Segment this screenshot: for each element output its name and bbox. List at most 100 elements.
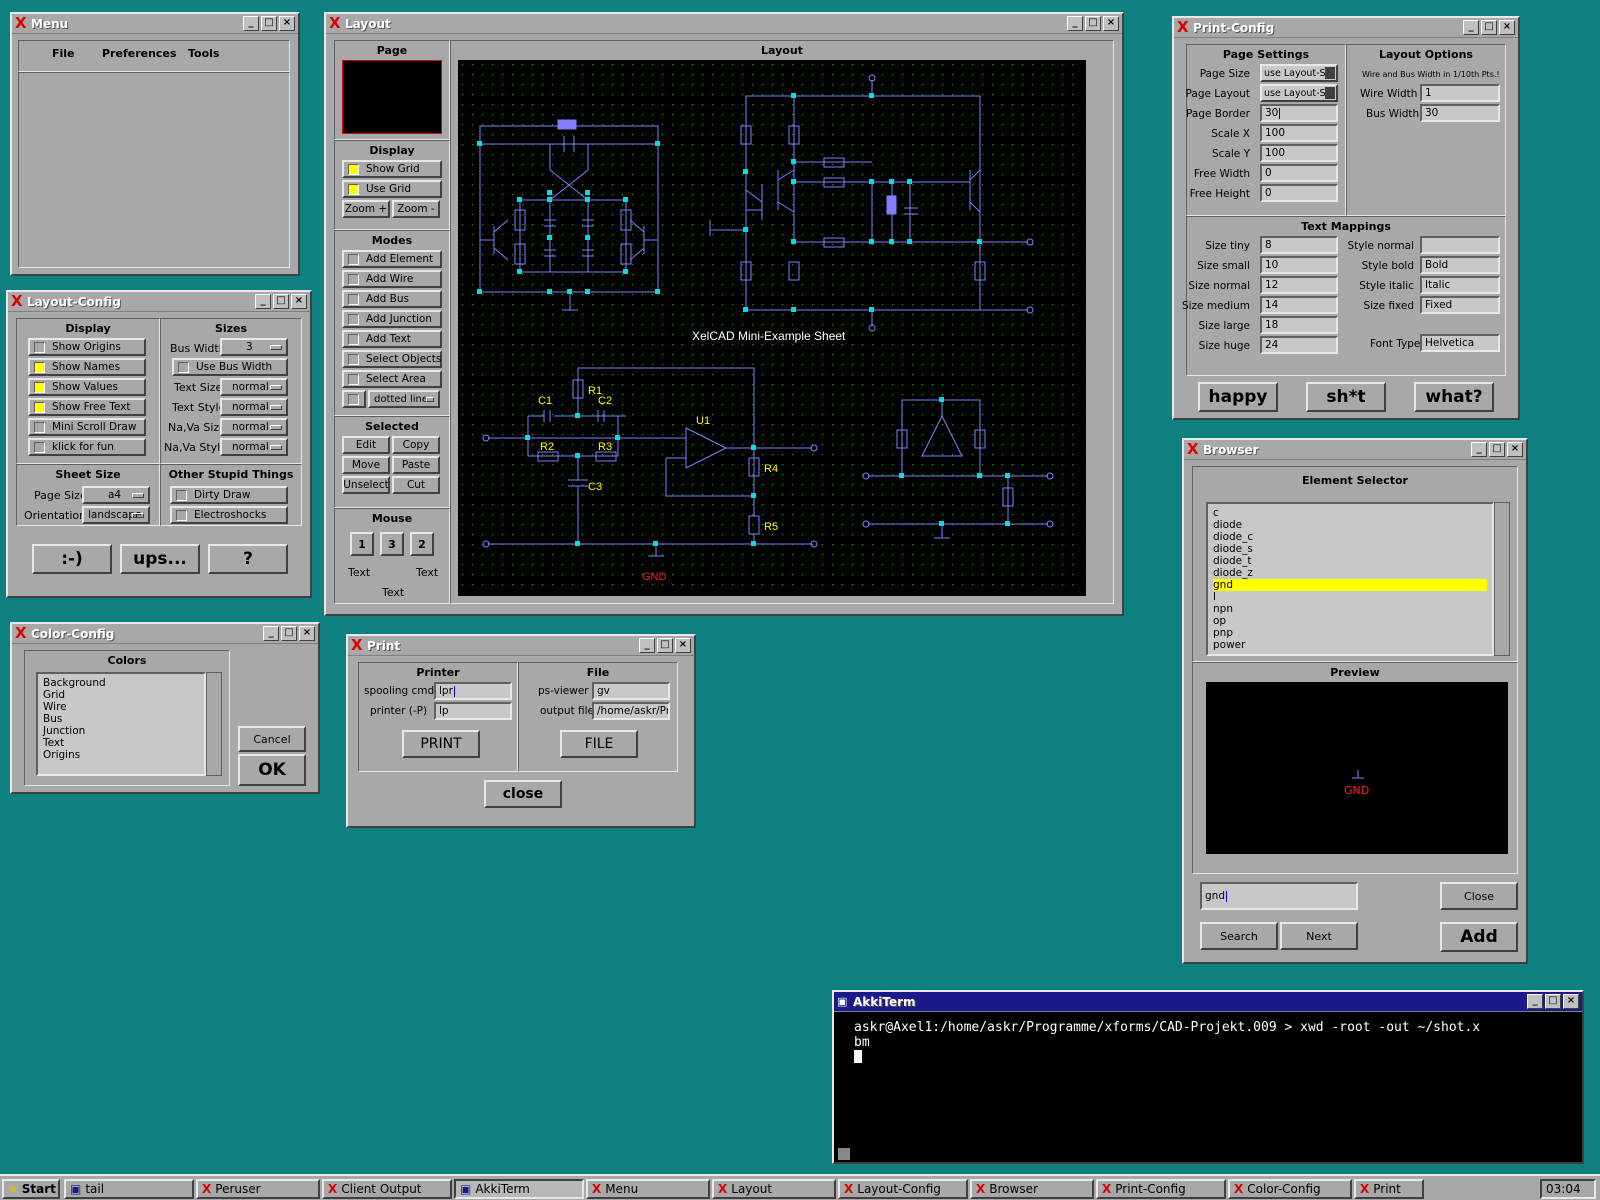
- nava-style-select[interactable]: normal: [220, 438, 288, 456]
- x-logo-icon[interactable]: X: [11, 294, 27, 309]
- x-logo-icon[interactable]: X: [15, 16, 31, 31]
- print-button[interactable]: PRINT: [402, 730, 480, 758]
- minimize-icon[interactable]: _: [1471, 442, 1487, 457]
- shit-button[interactable]: sh*t: [1306, 382, 1386, 412]
- style-mapping-input[interactable]: Fixed: [1420, 296, 1500, 314]
- free-width-input[interactable]: 0: [1260, 164, 1338, 182]
- taskbar-item-layout[interactable]: X Layout: [712, 1179, 836, 1199]
- list-item[interactable]: Text: [43, 737, 199, 749]
- list-item[interactable]: c: [1213, 507, 1487, 519]
- terminal-titlebar[interactable]: ▣ AkkiTerm _ □ ×: [834, 992, 1582, 1012]
- text-style-select[interactable]: normal: [220, 398, 288, 416]
- print-config-titlebar[interactable]: X Print-Config _ □ ×: [1174, 18, 1518, 38]
- close-icon[interactable]: ×: [291, 294, 307, 309]
- mode-checkbox-6[interactable]: Select Area: [342, 370, 442, 388]
- edit-button[interactable]: Edit: [342, 436, 390, 454]
- taskbar-item-color-config[interactable]: X Color-Config: [1228, 1179, 1352, 1199]
- ups-button[interactable]: ups...: [120, 544, 200, 574]
- size-mapping-input[interactable]: 18: [1260, 316, 1338, 334]
- search-button[interactable]: Search: [1200, 922, 1278, 950]
- cut-button[interactable]: Cut: [392, 476, 440, 494]
- outfile-input[interactable]: /home/askr/Prc: [592, 702, 670, 720]
- x-logo-icon[interactable]: X: [1187, 442, 1203, 457]
- ok-button[interactable]: OK: [238, 754, 306, 786]
- size-mapping-input[interactable]: 24: [1260, 336, 1338, 354]
- close-icon[interactable]: ×: [279, 16, 295, 31]
- mode-checkbox-2[interactable]: Add Bus: [342, 290, 442, 308]
- colors-list[interactable]: Background Grid Wire Bus Junction Text Origins: [36, 672, 206, 776]
- print-titlebar[interactable]: X Print _ □ ×: [348, 636, 694, 656]
- taskbar-item-client-output[interactable]: X Client Output: [322, 1179, 452, 1199]
- bus-width-select[interactable]: 3: [220, 338, 288, 356]
- list-item[interactable]: Grid: [43, 689, 199, 701]
- close-icon[interactable]: ×: [1563, 994, 1579, 1009]
- psviewer-input[interactable]: gv: [592, 682, 670, 700]
- size-mapping-input[interactable]: 10: [1260, 256, 1338, 274]
- use-bus-width-checkbox[interactable]: Use Bus Width: [172, 358, 288, 376]
- list-item[interactable]: diode: [1213, 519, 1487, 531]
- list-item[interactable]: power: [1213, 639, 1487, 651]
- size-mapping-input[interactable]: 12: [1260, 276, 1338, 294]
- next-button[interactable]: Next: [1280, 922, 1358, 950]
- taskbar-item-akkiterm[interactable]: ▣ AkkiTerm: [454, 1179, 584, 1199]
- terminal-output[interactable]: askr@Axel1:/home/askr/Programme/xforms/C…: [854, 1020, 1578, 1063]
- electroshocks-checkbox[interactable]: Electroshocks: [170, 506, 288, 524]
- cancel-button[interactable]: Cancel: [238, 726, 306, 752]
- bus-width-input[interactable]: 30: [1420, 104, 1500, 122]
- x-logo-icon[interactable]: X: [15, 626, 31, 641]
- color-config-titlebar[interactable]: X Color-Config _ □ ×: [12, 624, 318, 644]
- search-input[interactable]: gnd: [1200, 882, 1358, 910]
- maximize-icon[interactable]: □: [281, 626, 297, 641]
- minimize-icon[interactable]: _: [243, 16, 259, 31]
- close-icon[interactable]: ×: [1499, 20, 1515, 35]
- maximize-icon[interactable]: □: [1085, 16, 1101, 31]
- mode-checkbox-3[interactable]: Add Junction: [342, 310, 442, 328]
- spool-input[interactable]: lpr: [434, 682, 512, 700]
- nava-size-select[interactable]: normal: [220, 418, 288, 436]
- menu-file[interactable]: File: [52, 47, 75, 60]
- question-button[interactable]: ?: [208, 544, 288, 574]
- zoom-minus-button[interactable]: Zoom -: [392, 200, 440, 218]
- minimize-icon[interactable]: _: [1527, 994, 1543, 1009]
- start-button[interactable]: ★ Start: [2, 1179, 60, 1199]
- browser-titlebar[interactable]: X Browser _ □ ×: [1184, 440, 1526, 460]
- copy-button[interactable]: Copy: [392, 436, 440, 454]
- scale-x-input[interactable]: 100: [1260, 124, 1338, 142]
- list-item[interactable]: Wire: [43, 701, 199, 713]
- printer-input[interactable]: lp: [434, 702, 512, 720]
- what-button[interactable]: what?: [1414, 382, 1494, 412]
- scale-y-input[interactable]: 100: [1260, 144, 1338, 162]
- list-item[interactable]: diode_s: [1213, 543, 1487, 555]
- list-item[interactable]: diode_t: [1213, 555, 1487, 567]
- mouse-button-3[interactable]: 3: [380, 532, 404, 556]
- mode-checkbox-1[interactable]: Add Wire: [342, 270, 442, 288]
- dirty-draw-checkbox[interactable]: Dirty Draw: [170, 486, 288, 504]
- mode-checkbox-0[interactable]: Add Element: [342, 250, 442, 268]
- unselect-button[interactable]: Unselect: [342, 476, 390, 494]
- element-list[interactable]: c diode diode_c diode_s diode_t diode_z gnd l np…: [1206, 502, 1494, 656]
- page-size-select[interactable]: use Layout-Se: [1260, 64, 1338, 82]
- element-scrollbar[interactable]: [1494, 502, 1510, 656]
- browser-close-button[interactable]: Close: [1440, 882, 1518, 910]
- close-icon[interactable]: ×: [1507, 442, 1523, 457]
- text-size-select[interactable]: normal: [220, 378, 288, 396]
- taskbar-item-menu[interactable]: X Menu: [586, 1179, 710, 1199]
- style-mapping-input[interactable]: [1420, 236, 1500, 254]
- list-item[interactable]: diode_z: [1213, 567, 1487, 579]
- list-item[interactable]: npn: [1213, 603, 1487, 615]
- list-item[interactable]: Background: [43, 677, 199, 689]
- page-border-input[interactable]: 30: [1260, 104, 1338, 122]
- mouse-button-2[interactable]: 2: [410, 532, 434, 556]
- display-checkbox-1[interactable]: Show Names: [28, 358, 146, 376]
- taskbar-item-peruser[interactable]: X Peruser: [196, 1179, 320, 1199]
- list-item[interactable]: Bus: [43, 713, 199, 725]
- schematic-canvas[interactable]: XelCAD Mini-Example Sheet C1 C2 R1 R2 R3…: [458, 60, 1086, 596]
- maximize-icon[interactable]: □: [1489, 442, 1505, 457]
- mode-checkbox-5[interactable]: Select Objects: [342, 350, 442, 368]
- x-logo-icon[interactable]: X: [351, 638, 367, 653]
- list-item[interactable]: gnd: [1213, 579, 1487, 591]
- taskbar-item-layout-config[interactable]: X Layout-Config: [838, 1179, 968, 1199]
- list-item[interactable]: Junction: [43, 725, 199, 737]
- list-item[interactable]: l: [1213, 591, 1487, 603]
- minimize-icon[interactable]: _: [1067, 16, 1083, 31]
